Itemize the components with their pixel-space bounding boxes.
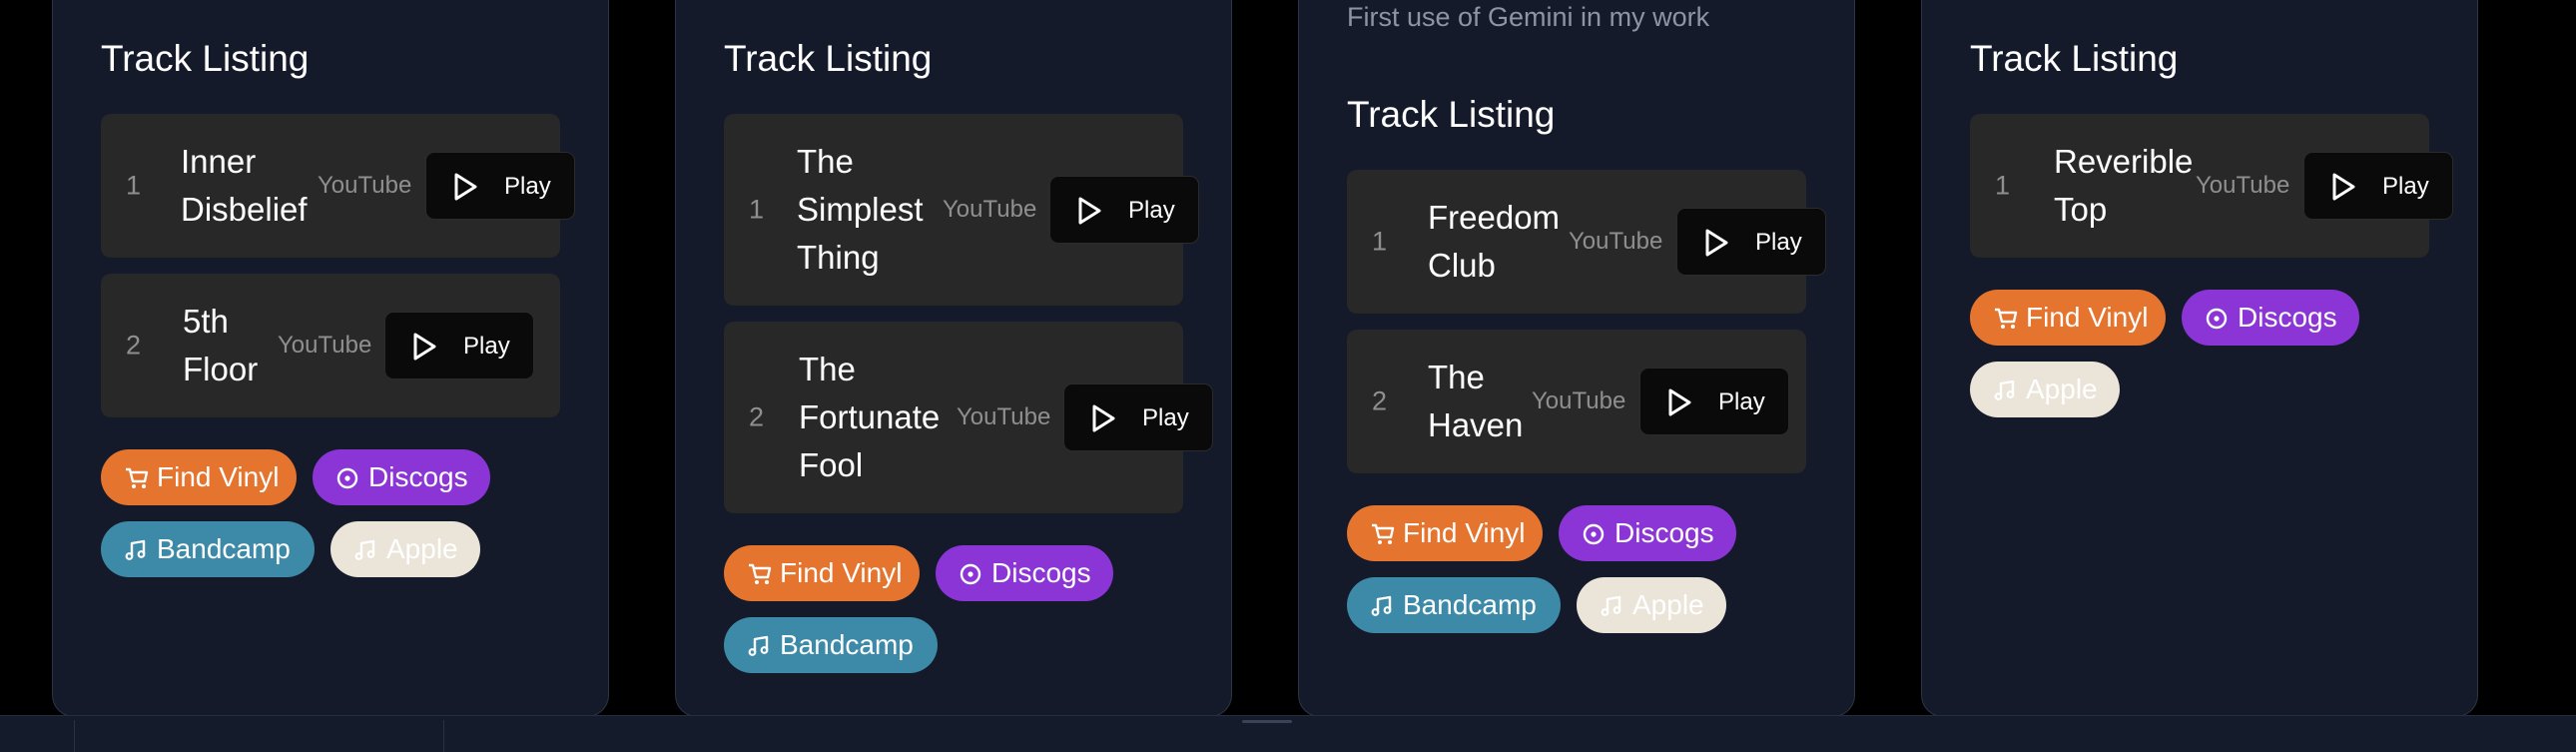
music-note-icon <box>1371 595 1392 616</box>
bandcamp-button[interactable]: Bandcamp <box>1347 577 1561 633</box>
play-icon <box>413 333 436 361</box>
play-button[interactable]: Play <box>1049 176 1199 244</box>
play-label: Play <box>504 173 551 200</box>
bar-divider <box>74 720 75 752</box>
cart-icon <box>126 467 149 488</box>
cart-icon <box>1372 523 1395 544</box>
find-vinyl-button[interactable]: Find Vinyl <box>1970 290 2166 346</box>
music-note-icon <box>748 635 769 656</box>
track-source: YouTube <box>278 332 372 359</box>
track-row: 1 Inner Disbelief YouTube Play <box>101 114 575 258</box>
track-title: Reverible Top <box>2054 143 2194 228</box>
track-number: 1 <box>749 194 765 225</box>
music-note-icon <box>354 539 375 560</box>
play-icon <box>1092 404 1115 432</box>
play-icon <box>1668 388 1691 416</box>
track-title: Freedom Club <box>1428 199 1561 284</box>
album-card: Track Listing 1 Reverible Top YouTube Pla… <box>1921 0 2478 717</box>
track-row: 1 The Simplest Thing YouTube Play <box>724 114 1199 306</box>
find-vinyl-button[interactable]: Find Vinyl <box>1347 505 1543 561</box>
cart-icon <box>1995 308 2018 329</box>
play-icon <box>1078 197 1101 225</box>
track-source: YouTube <box>957 403 1051 430</box>
bandcamp-button[interactable]: Bandcamp <box>101 521 315 577</box>
record-icon <box>960 563 981 585</box>
cart-icon <box>749 563 772 584</box>
record-icon <box>2206 308 2228 330</box>
album-card: First use of Gemini in my work Track Lis… <box>1298 0 1855 717</box>
track-source: YouTube <box>318 172 412 199</box>
play-icon <box>2332 173 2355 201</box>
find-vinyl-button[interactable]: Find Vinyl <box>101 449 297 505</box>
track-row: 2 The Fortunate Fool YouTube Play <box>724 322 1213 513</box>
record-icon <box>336 467 358 489</box>
track-number: 1 <box>1995 170 2011 201</box>
play-button[interactable]: Play <box>1063 383 1213 451</box>
track-number: 2 <box>126 330 142 361</box>
track-number: 1 <box>126 170 142 201</box>
track-listing-heading: Track Listing <box>101 38 310 79</box>
discogs-button[interactable]: Discogs <box>2182 290 2359 346</box>
track-title: 5th Floor <box>183 303 259 387</box>
album-card: Track Listing 1 Inner Disbelief YouTube P… <box>52 0 609 717</box>
play-label: Play <box>1718 388 1765 415</box>
track-listing-heading: Track Listing <box>1347 94 1556 135</box>
track-source: YouTube <box>1532 387 1626 414</box>
music-note-icon <box>1601 595 1621 616</box>
apple-music-button[interactable]: Apple <box>1577 577 1726 633</box>
track-row: 2 5th Floor YouTube Play <box>101 274 560 417</box>
play-label: Play <box>1142 404 1189 431</box>
play-label: Play <box>463 333 510 360</box>
track-source: YouTube <box>1569 228 1663 255</box>
bandcamp-button[interactable]: Bandcamp <box>724 617 938 673</box>
track-row: 2 The Haven YouTube Play <box>1347 330 1806 473</box>
play-label: Play <box>1128 197 1175 224</box>
discogs-button[interactable]: Discogs <box>313 449 490 505</box>
resize-handle[interactable] <box>1242 720 1292 723</box>
track-title: The Fortunate Fool <box>799 351 941 483</box>
record-icon <box>1583 523 1605 545</box>
track-title: Inner Disbelief <box>181 143 308 228</box>
track-row: 1 Freedom Club YouTube Play <box>1347 170 1826 314</box>
apple-music-button[interactable]: Apple <box>330 521 480 577</box>
album-card: Track Listing 1 The Simplest Thing YouTube… <box>675 0 1232 717</box>
track-number: 2 <box>1372 385 1388 416</box>
play-button[interactable]: Play <box>1639 368 1789 435</box>
track-row: 1 Reverible Top YouTube Play <box>1970 114 2453 258</box>
music-note-icon <box>125 539 146 560</box>
track-number: 1 <box>1372 226 1388 257</box>
apple-music-button[interactable]: Apple <box>1970 362 2120 417</box>
discogs-button[interactable]: Discogs <box>936 545 1113 601</box>
track-title: The Simplest Thing <box>797 143 924 276</box>
play-button[interactable]: Play <box>384 312 534 379</box>
find-vinyl-button[interactable]: Find Vinyl <box>724 545 920 601</box>
track-source: YouTube <box>2196 172 2290 199</box>
track-listing-heading: Track Listing <box>724 38 933 79</box>
play-label: Play <box>1755 229 1802 256</box>
play-button[interactable]: Play <box>2303 152 2453 220</box>
play-icon <box>1705 229 1728 257</box>
music-note-icon <box>1994 379 2015 400</box>
discogs-button[interactable]: Discogs <box>1559 505 1736 561</box>
play-button[interactable]: Play <box>425 152 575 220</box>
track-number: 2 <box>749 401 765 432</box>
play-button[interactable]: Play <box>1676 208 1826 276</box>
bar-divider <box>443 720 444 752</box>
track-source: YouTube <box>943 196 1037 223</box>
track-listing-heading: Track Listing <box>1970 38 2179 79</box>
album-note: First use of Gemini in my work <box>1347 2 1710 32</box>
play-icon <box>454 173 477 201</box>
play-label: Play <box>2382 173 2429 200</box>
track-title: The Haven <box>1428 359 1524 443</box>
